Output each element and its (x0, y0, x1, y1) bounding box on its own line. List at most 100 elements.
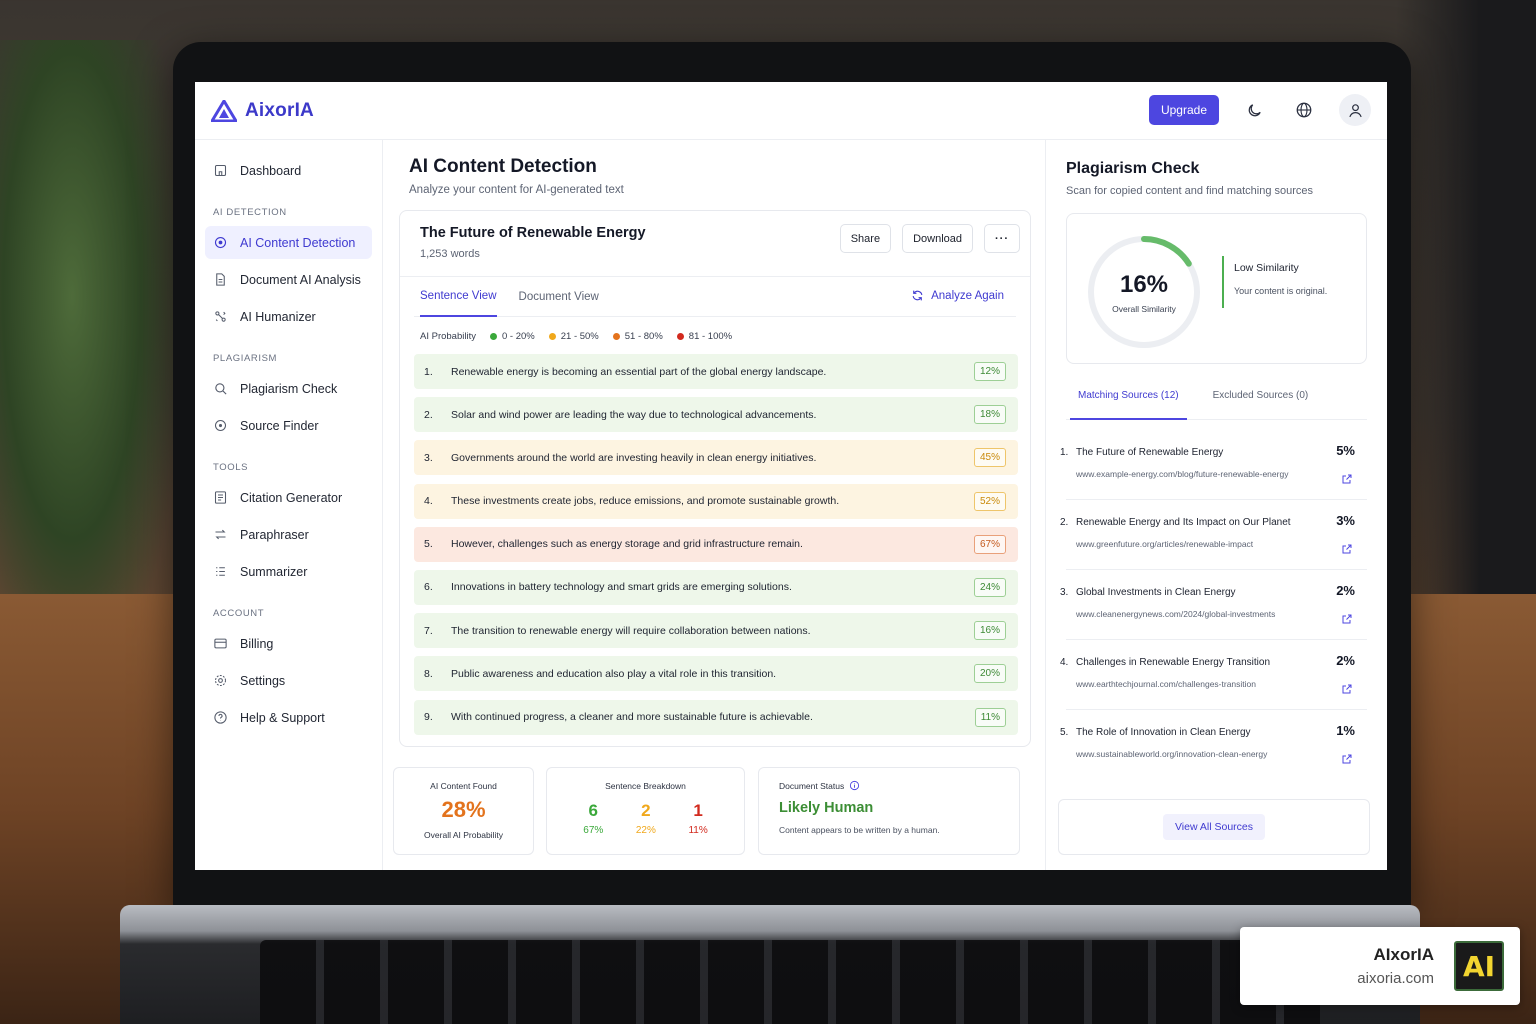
source-item[interactable]: 2. Renewable Energy and Its Impact on Ou… (1060, 500, 1367, 570)
source-percentage: 2% (1336, 653, 1355, 668)
similarity-center: 16% Overall Similarity (1079, 234, 1209, 350)
source-title: The Future of Renewable Energy (1076, 447, 1224, 458)
tab-sentence-view[interactable]: Sentence View (420, 277, 497, 317)
sidebar-item-billing[interactable]: Billing (205, 627, 372, 660)
dark-mode-icon[interactable] (1239, 95, 1269, 125)
ai-found-note: Overall AI Probability (424, 830, 503, 840)
sidebar-section-account: ACCOUNT (213, 608, 265, 619)
sidebar-item-document-ai-analysis[interactable]: Document AI Analysis (205, 263, 372, 296)
top-actions: Upgrade (1148, 94, 1371, 126)
source-url: www.example-energy.com/blog/future-renew… (1076, 469, 1289, 479)
tab-matching-sources[interactable]: Matching Sources (12) (1070, 384, 1187, 420)
globe-icon[interactable] (1289, 95, 1319, 125)
sentence-number: 6. (424, 581, 433, 594)
list-icon (216, 567, 225, 576)
info-icon[interactable] (849, 780, 860, 791)
sidebar-section-plagiarism: PLAGIARISM (213, 353, 278, 364)
source-item[interactable]: 4. Challenges in Renewable Energy Transi… (1060, 640, 1367, 710)
sentence-row[interactable]: 8. Public awareness and education also pl… (414, 656, 1018, 692)
sidebar-item-settings[interactable]: Settings (205, 664, 372, 697)
source-finder-icon (214, 419, 227, 432)
source-title: Global Investments in Clean Energy (1076, 587, 1236, 598)
sidebar-item-dashboard[interactable]: Dashboard (205, 154, 372, 187)
sidebar-item-label: Dashboard (240, 163, 302, 178)
sidebar-item-plagiarism-check[interactable]: Plagiarism Check (205, 372, 372, 405)
ai-score-badge: 12% (973, 362, 1006, 381)
similarity-value: 16% (1119, 270, 1169, 298)
more-options-button[interactable]: ··· (984, 224, 1020, 253)
similarity-description: Your content is original. (1234, 286, 1328, 296)
sidebar-item-ai-humanizer[interactable]: AI Humanizer (205, 300, 372, 333)
sentence-row[interactable]: 5. However, challenges such as energy sto… (414, 526, 1018, 562)
sentence-row[interactable]: 6. Innovations in battery technology and … (414, 569, 1018, 605)
view-tabs: Sentence View Document View Analyze Agai… (414, 277, 1016, 317)
share-button[interactable]: Share (839, 224, 892, 253)
watermark-logo: AI (1454, 941, 1504, 991)
source-url: www.earthtechjournal.com/challenges-tran… (1076, 679, 1257, 689)
sidebar-item-summarizer[interactable]: Summarizer (205, 555, 372, 588)
source-item[interactable]: 1. The Future of Renewable Energy www.ex… (1060, 430, 1367, 500)
external-link-icon[interactable] (1341, 543, 1353, 555)
paraphrase-icon (215, 529, 226, 540)
external-link-icon[interactable] (1341, 473, 1353, 485)
sentence-number: 8. (424, 667, 433, 680)
document-card: The Future of Renewable Energy 1,253 wor… (399, 210, 1031, 747)
source-percentage: 5% (1336, 443, 1355, 458)
document-status-value: Likely Human (779, 800, 874, 816)
credit-card-icon (214, 638, 227, 649)
download-button[interactable]: Download (902, 224, 973, 253)
sentence-row[interactable]: 7. The transition to renewable energy wil… (414, 613, 1018, 649)
yellow-dot-icon (548, 333, 556, 340)
sentence-text: Innovations in battery technology and sm… (451, 581, 792, 594)
user-icon (1348, 103, 1362, 117)
external-link-icon[interactable] (1341, 683, 1353, 695)
legend-item-high: 51 - 80% (612, 331, 663, 342)
page-title: AI Content Detection (409, 156, 597, 177)
sidebar-section-tools: TOOLS (213, 462, 249, 473)
sidebar-item-source-finder[interactable]: Source Finder (205, 409, 372, 442)
tab-excluded-sources[interactable]: Excluded Sources (0) (1213, 384, 1309, 420)
user-avatar[interactable] (1339, 94, 1371, 126)
tab-document-view[interactable]: Document View (519, 277, 599, 317)
document-actions: Share Download ··· (839, 224, 1020, 253)
document-icon (216, 273, 225, 286)
source-number: 2. (1060, 517, 1069, 528)
brand-logo-icon (211, 99, 237, 122)
legend-range-label: 21 - 50% (560, 331, 599, 342)
source-item[interactable]: 5. The Role of Innovation in Clean Energ… (1060, 710, 1367, 780)
source-item[interactable]: 3. Global Investments in Clean Energy ww… (1060, 570, 1367, 640)
sentence-row[interactable]: 3. Governments around the world are inves… (414, 440, 1018, 476)
sentence-row[interactable]: 2. Solar and wind power are leading the w… (414, 397, 1018, 433)
sentence-text: Public awareness and education also play… (451, 667, 777, 680)
sentence-number: 1. (424, 365, 433, 378)
sidebar-item-help-support[interactable]: Help & Support (205, 701, 372, 734)
source-title: Challenges in Renewable Energy Transitio… (1076, 657, 1271, 668)
legend-range-label: 51 - 80% (624, 331, 663, 342)
analyze-again-button[interactable]: Analyze Again (911, 289, 1004, 302)
sentence-row[interactable]: 1. Renewable energy is becoming an essent… (414, 354, 1018, 389)
source-title: Renewable Energy and Its Impact on Our P… (1076, 517, 1291, 528)
laptop-keyboard (260, 940, 1320, 1024)
brand[interactable]: AixorIA (211, 99, 314, 122)
view-all-sources-button[interactable]: View All Sources (1162, 814, 1265, 840)
breakdown-values: 6 67% 2 22% 1 11% (547, 791, 744, 836)
sentence-row[interactable]: 4. These investments create jobs, reduce … (414, 483, 1018, 519)
sidebar-item-label: Settings (240, 673, 286, 688)
sidebar-item-citation-generator[interactable]: Citation Generator (205, 481, 372, 514)
sentence-text: These investments create jobs, reduce em… (451, 495, 840, 508)
sidebar-item-paraphraser[interactable]: Paraphraser (205, 518, 372, 551)
sentence-row[interactable]: 9. With continued progress, a cleaner and… (414, 699, 1018, 735)
analyze-again-label: Analyze Again (931, 289, 1004, 302)
sidebar-item-ai-content-detection[interactable]: AI Content Detection (205, 226, 372, 259)
external-link-icon[interactable] (1341, 753, 1353, 765)
external-link-icon[interactable] (1341, 613, 1353, 625)
sidebar-item-label: Help & Support (240, 710, 325, 725)
breakdown-label: Sentence Breakdown (605, 781, 686, 791)
document-header: The Future of Renewable Energy 1,253 wor… (400, 211, 1030, 277)
upgrade-button[interactable]: Upgrade (1148, 95, 1219, 125)
plagiarism-panel: Plagiarism Check Scan for copied content… (1045, 140, 1387, 870)
gear-icon (214, 674, 227, 687)
watermark-url: aixoria.com (1357, 970, 1434, 987)
ai-score-badge: 52% (973, 491, 1006, 511)
ai-score-badge: 45% (973, 448, 1006, 468)
